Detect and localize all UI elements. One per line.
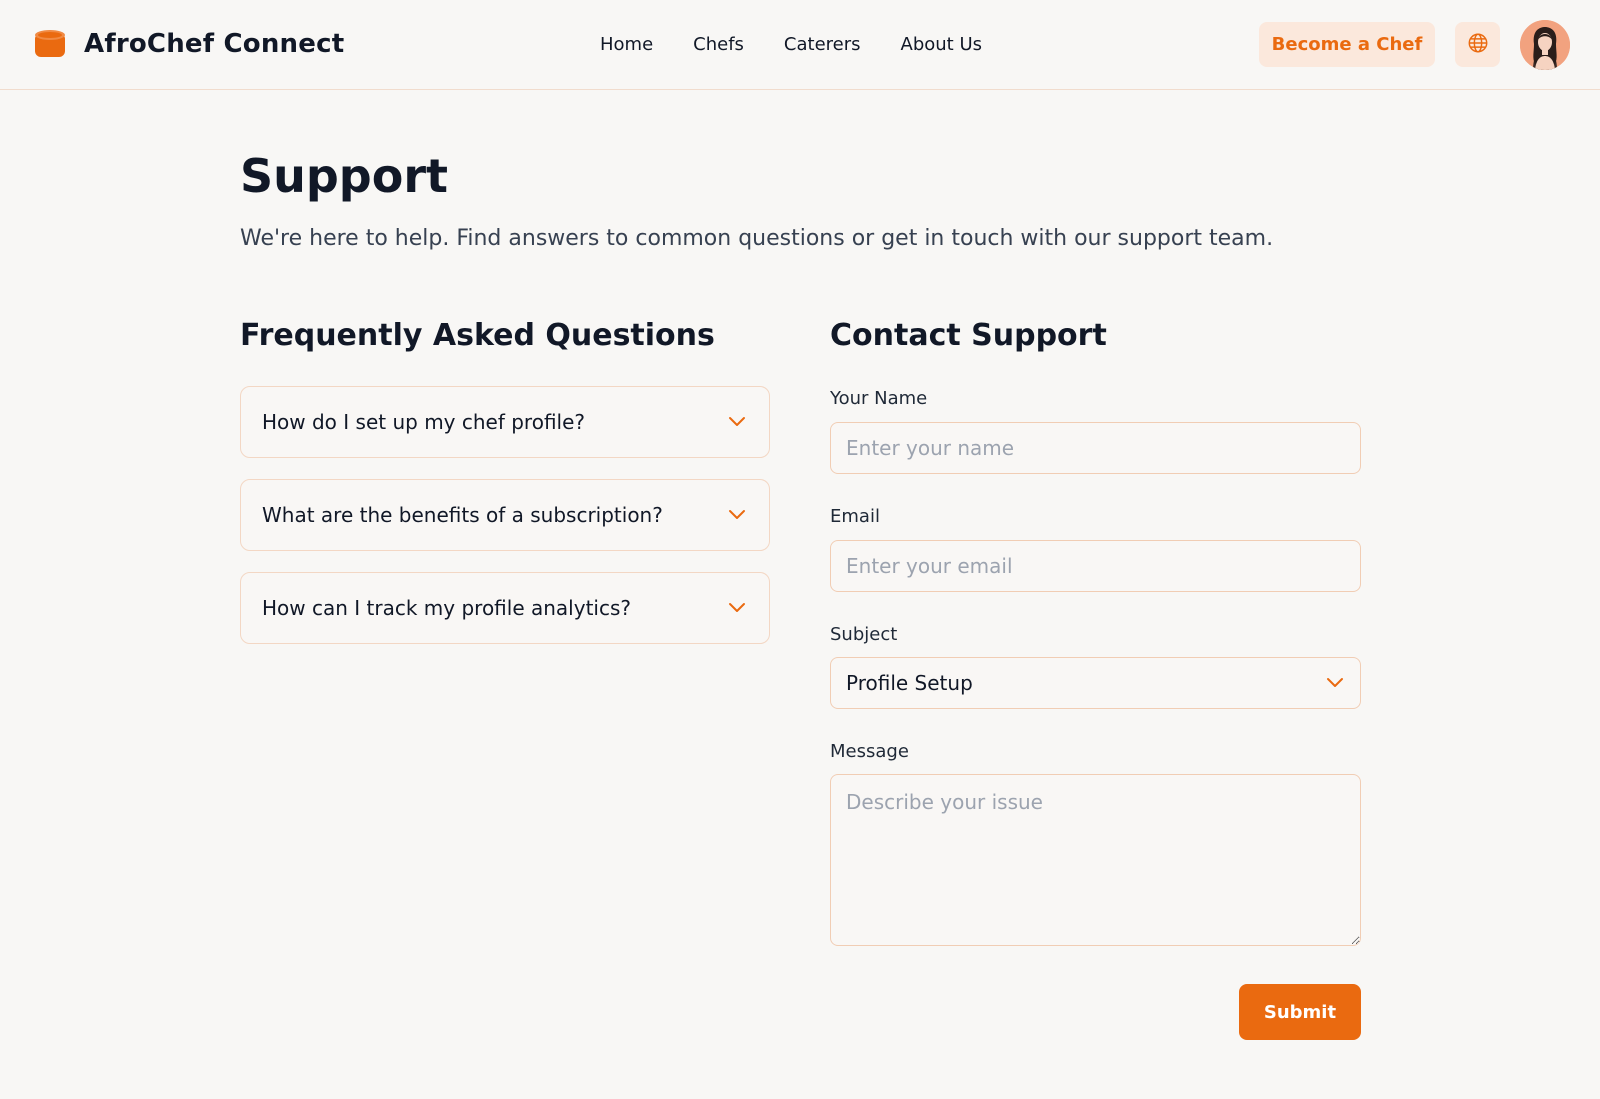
become-a-chef-button[interactable]: Become a Chef	[1259, 22, 1435, 67]
nav-home[interactable]: Home	[600, 32, 653, 58]
language-button[interactable]	[1455, 22, 1500, 67]
faq-question: How can I track my profile analytics?	[262, 596, 632, 620]
faq-item[interactable]: How can I track my profile analytics?	[240, 572, 770, 644]
user-avatar[interactable]	[1520, 20, 1570, 70]
brand[interactable]: AfroChef Connect	[34, 27, 344, 61]
chevron-down-icon	[727, 412, 747, 432]
nav-about-us[interactable]: About Us	[901, 32, 983, 58]
subject-label: Subject	[830, 624, 898, 645]
globe-icon	[1467, 32, 1489, 58]
email-input[interactable]	[830, 540, 1361, 592]
nav-caterers[interactable]: Caterers	[784, 32, 861, 58]
name-input[interactable]	[830, 422, 1361, 474]
chevron-down-icon	[727, 505, 747, 525]
page-subtitle: We're here to help. Find answers to comm…	[240, 226, 1274, 251]
faq-question: How do I set up my chef profile?	[262, 410, 586, 434]
main-nav: Home Chefs Caterers About Us	[600, 32, 982, 58]
subject-select[interactable]: Profile Setup	[830, 657, 1361, 709]
pot-logo-icon	[34, 27, 66, 61]
brand-name: AfroChef Connect	[84, 29, 345, 59]
faq-question: What are the benefits of a subscription?	[262, 503, 663, 527]
message-label: Message	[830, 741, 909, 762]
faq-item[interactable]: How do I set up my chef profile?	[240, 386, 770, 458]
faq-title: Frequently Asked Questions	[240, 318, 715, 353]
name-label: Your Name	[830, 388, 928, 409]
top-navbar: AfroChef Connect Home Chefs Caterers Abo…	[0, 0, 1600, 90]
subject-value: Profile Setup	[846, 671, 973, 695]
contact-support-title: Contact Support	[830, 318, 1107, 353]
chevron-down-icon	[1325, 673, 1345, 693]
message-textarea[interactable]	[830, 774, 1361, 946]
nav-chefs[interactable]: Chefs	[693, 32, 744, 58]
chevron-down-icon	[727, 598, 747, 618]
page-title: Support	[240, 149, 449, 203]
email-label: Email	[830, 506, 880, 527]
faq-item[interactable]: What are the benefits of a subscription?	[240, 479, 770, 551]
submit-button[interactable]: Submit	[1239, 984, 1361, 1040]
